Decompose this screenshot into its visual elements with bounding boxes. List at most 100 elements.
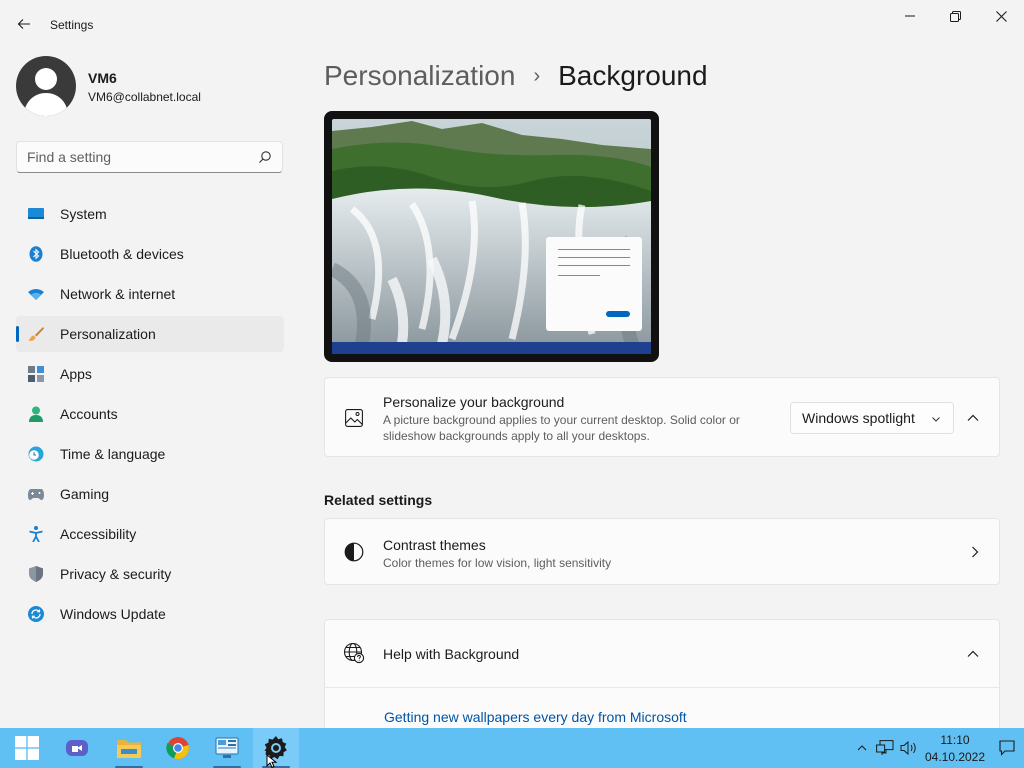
search-icon[interactable] [258,150,272,164]
contrast-themes-card[interactable]: Contrast themes Color themes for low vis… [324,518,1000,585]
globe-help-icon [343,642,365,664]
minimize-button[interactable] [887,0,933,32]
sidebar-item-privacy[interactable]: Privacy & security [16,556,284,592]
taskbar-chat[interactable] [54,728,100,768]
close-button[interactable] [978,0,1024,32]
wallpaper-preview [332,119,651,354]
sidebar-item-label: System [60,206,107,222]
control-panel-icon [215,737,239,758]
sidebar-item-gaming[interactable]: Gaming [16,476,284,512]
chevron-right-icon [972,546,979,558]
window-title: Settings [50,18,94,32]
accounts-icon [28,406,44,422]
notifications-button[interactable] [994,728,1020,768]
restore-button[interactable] [932,0,978,32]
picture-icon [343,407,365,429]
mouse-cursor-icon [266,754,278,768]
time-language-icon [28,446,44,462]
windows-update-icon [28,606,44,622]
profile-email: VM6@collabnet.local [88,90,201,104]
sidebar-item-label: Privacy & security [60,566,172,582]
sidebar-item-time-language[interactable]: Time & language [16,436,284,472]
sidebar-item-bluetooth[interactable]: Bluetooth & devices [16,236,284,272]
wifi-icon [28,286,44,302]
contrast-themes-title: Contrast themes [383,537,486,553]
clock-date: 04.10.2022 [924,750,986,764]
taskbar-clock[interactable]: 11:10 04.10.2022 [918,732,992,766]
taskbar-chrome[interactable] [155,728,201,768]
back-button[interactable] [10,10,38,38]
search-box[interactable] [16,141,283,173]
sidebar-item-label: Gaming [60,486,110,502]
contrast-themes-description: Color themes for low vision, light sensi… [383,556,612,570]
sidebar-item-apps[interactable]: Apps [16,356,284,392]
sidebar-item-personalization[interactable]: Personalization [16,316,284,352]
help-title[interactable]: Help with Background [383,646,519,662]
user-silhouette-icon [24,68,68,116]
sidebar-item-label: Apps [60,366,92,382]
avatar [16,56,76,116]
taskbar-control-panel[interactable] [204,728,250,768]
chevron-down-icon [932,417,940,422]
teams-chat-icon [66,740,88,756]
chevron-up-icon[interactable] [965,410,981,426]
sidebar-item-label: Windows Update [60,606,166,622]
related-settings-heading: Related settings [324,492,433,508]
accessibility-icon [28,526,44,542]
system-icon [28,206,44,222]
sidebar-item-label: Personalization [60,326,156,342]
clock-time: 11:10 [940,733,970,747]
search-input[interactable] [17,142,247,172]
chevron-up-icon [857,745,867,751]
background-setting-title: Personalize your background [383,394,565,410]
sidebar-item-label: Network & internet [60,286,176,302]
network-tray-button[interactable] [874,728,896,768]
sidebar-item-label: Time & language [60,446,166,462]
restore-icon [949,10,961,22]
divider [325,687,999,688]
profile-name: VM6 [88,70,117,86]
background-setting-description-line1: A picture background applies to your cur… [383,413,740,427]
start-button[interactable] [4,728,50,768]
paintbrush-icon [28,326,44,342]
sidebar-item-system[interactable]: System [16,196,284,232]
apps-icon [28,366,44,382]
start-icon [15,736,39,760]
gamepad-icon [28,486,44,502]
sidebar-item-label: Accounts [60,406,118,422]
user-profile[interactable]: VM6 VM6@collabnet.local [16,56,201,116]
sidebar-item-accounts[interactable]: Accounts [16,396,284,432]
taskbar-file-explorer[interactable] [106,728,152,768]
back-arrow-icon [17,19,30,29]
show-hidden-icons-button[interactable] [853,728,871,768]
background-type-dropdown[interactable]: Windows spotlight [790,402,954,434]
windows-taskbar: 11:10 04.10.2022 [0,728,1024,768]
breadcrumb: Personalization › Background [324,58,708,94]
shield-icon [28,566,44,582]
dropdown-selected-value: Windows spotlight [802,410,915,426]
personalize-background-card: Personalize your background A picture ba… [324,377,1000,457]
sidebar-item-windows-update[interactable]: Windows Update [16,596,284,632]
breadcrumb-separator: › [533,64,541,87]
wallpaper-help-link[interactable]: Getting new wallpapers every day from Mi… [384,709,687,725]
page-title: Background [558,60,708,91]
title-bar: Settings [0,0,1024,48]
contrast-icon [343,541,365,563]
breadcrumb-parent[interactable]: Personalization [324,60,515,92]
notification-icon [999,740,1015,756]
preview-window-mockup [546,237,642,331]
sidebar-item-accessibility[interactable]: Accessibility [16,516,284,552]
file-explorer-icon [117,740,141,758]
sidebar-item-network[interactable]: Network & internet [16,276,284,312]
volume-tray-button[interactable] [898,728,920,768]
preview-taskbar [332,342,651,354]
minimize-icon [905,15,915,17]
chrome-icon [166,737,189,760]
network-icon [876,740,894,755]
desktop-preview [324,111,659,362]
chevron-up-icon[interactable] [965,646,981,662]
preview-button-mockup [606,311,630,317]
sidebar-item-label: Accessibility [60,526,137,542]
background-setting-description-line2: slideshow backgrounds apply to all your … [383,429,650,443]
close-icon [995,10,1007,22]
